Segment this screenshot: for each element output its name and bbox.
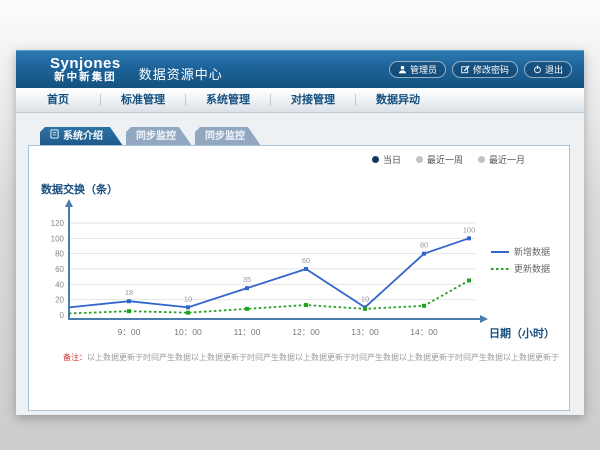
user-actions: 管理员 修改密码 退出 — [389, 61, 572, 78]
svg-text:80: 80 — [420, 241, 428, 250]
change-password-button[interactable]: 修改密码 — [452, 61, 518, 78]
chart-panel: 当日 最近一周 最近一月 0204060801001209：0010：0011：… — [28, 145, 570, 411]
svg-text:数据交换（条）: 数据交换（条） — [41, 182, 118, 196]
app-window: Synjones 新中新集团 数据资源中心 管理员 修改密码 退出 — [16, 50, 584, 415]
tab-sync-monitor-1[interactable]: 同步监控 — [126, 127, 192, 146]
svg-text:0: 0 — [60, 311, 65, 320]
nav-item-system-mgmt[interactable]: 系统管理 — [186, 88, 270, 112]
nav-item-interface-mgmt[interactable]: 对接管理 — [271, 88, 355, 112]
svg-text:60: 60 — [302, 256, 310, 265]
svg-text:100: 100 — [463, 225, 476, 234]
footnote-text: 以上数据更新于时间产生数据以上数据更新于时间产生数据以上数据更新于时间产生数据以… — [87, 353, 559, 362]
svg-text:13：00: 13：00 — [351, 327, 379, 337]
user-icon — [398, 65, 407, 74]
svg-text:新增数据: 新增数据 — [514, 246, 550, 257]
admin-label: 管理员 — [410, 63, 437, 76]
edit-icon — [461, 65, 470, 74]
document-icon — [50, 127, 59, 146]
svg-text:11：00: 11：00 — [234, 327, 261, 337]
tab-system-intro[interactable]: 系统介绍 — [40, 127, 123, 146]
tab-bar: 系统介绍 同步监控 同步监控 — [40, 127, 264, 146]
footnote: 备注：以上数据更新于时间产生数据以上数据更新于时间产生数据以上数据更新于时间产生… — [63, 352, 563, 363]
svg-text:18: 18 — [125, 288, 133, 297]
svg-text:10: 10 — [184, 294, 192, 303]
data-exchange-line-chart: 0 20 40 60 80 100 120 9：00 10：00 11：00 12：00 13：00 1… — [29, 160, 567, 350]
nav-item-standard-mgmt[interactable]: 标准管理 — [101, 88, 185, 112]
svg-text:120: 120 — [51, 219, 65, 228]
svg-text:10: 10 — [361, 294, 369, 303]
company-logo: Synjones 新中新集团 — [50, 56, 121, 83]
svg-text:40: 40 — [55, 280, 64, 289]
svg-text:10：00: 10：00 — [174, 327, 202, 337]
svg-text:12：00: 12：00 — [292, 327, 320, 337]
svg-text:日期（小时）: 日期（小时） — [489, 326, 555, 340]
footnote-label: 备注： — [63, 353, 87, 362]
power-icon — [533, 65, 542, 74]
app-header: Synjones 新中新集团 数据资源中心 管理员 修改密码 退出 — [16, 50, 584, 88]
tab-label: 同步监控 — [205, 127, 245, 146]
svg-text:更新数据: 更新数据 — [514, 263, 550, 274]
logo-text-cn: 新中新集团 — [50, 72, 121, 83]
logo-text-en: Synjones — [50, 56, 121, 72]
svg-text:35: 35 — [243, 275, 251, 284]
main-nav: 首页 标准管理 系统管理 对接管理 数据异动 — [16, 88, 584, 113]
svg-text:9：00: 9：00 — [118, 327, 141, 337]
page-title: 数据资源中心 — [139, 64, 223, 83]
tab-label: 系统介绍 — [63, 127, 103, 146]
nav-item-data-change[interactable]: 数据异动 — [356, 88, 440, 112]
tab-sync-monitor-2[interactable]: 同步监控 — [195, 127, 261, 146]
tab-label: 同步监控 — [136, 127, 176, 146]
svg-text:80: 80 — [55, 250, 64, 259]
svg-text:100: 100 — [51, 234, 65, 243]
logout-label: 退出 — [545, 63, 563, 76]
change-password-label: 修改密码 — [473, 63, 509, 76]
logout-button[interactable]: 退出 — [524, 61, 572, 78]
svg-text:60: 60 — [55, 265, 64, 274]
nav-item-home[interactable]: 首页 — [16, 88, 100, 112]
svg-text:20: 20 — [55, 296, 64, 305]
admin-user-button[interactable]: 管理员 — [389, 61, 446, 78]
svg-text:14：00: 14：00 — [410, 327, 438, 337]
